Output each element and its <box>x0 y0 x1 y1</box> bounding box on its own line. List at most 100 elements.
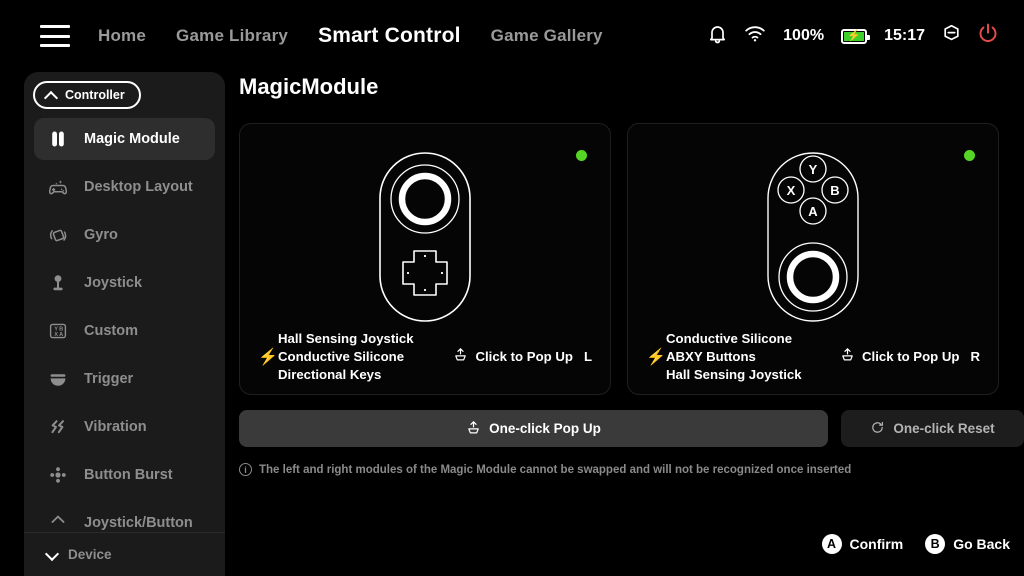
module-card-list: ⚡ Hall Sensing Joystick Conductive Silic… <box>239 123 1024 395</box>
spec-line: Directional Keys <box>278 366 382 382</box>
sidebar-item-joystick[interactable]: Joystick <box>34 262 215 304</box>
main-nav: Home Game Library Smart Control Game Gal… <box>98 24 603 48</box>
pop-up-right-label: Click to Pop Up <box>862 349 960 365</box>
module-card-right-footer: ⚡ Conductive Silicone ABXY Buttons Hall … <box>628 330 998 384</box>
sidebar: Controller Magic Module Desktop Layout G… <box>24 72 225 576</box>
hint-go-back-label: Go Back <box>953 536 1010 552</box>
sidebar-item-label: Joystick/Button <box>84 515 193 531</box>
spec-line: Hall Sensing Joystick <box>278 330 414 346</box>
sidebar-item-trigger[interactable]: Trigger <box>34 358 215 400</box>
pop-up-icon <box>840 347 855 367</box>
hint-confirm-label: Confirm <box>849 536 904 552</box>
pop-up-icon <box>466 420 481 438</box>
module-side-right: R <box>970 349 980 365</box>
hamburger-icon[interactable] <box>40 25 70 47</box>
module-card-right[interactable]: Y X B A ⚡ Conductive Silicone ABXY Butto… <box>627 123 999 395</box>
sidebar-item-label: Custom <box>84 323 138 339</box>
spec-line: ABXY Buttons <box>666 348 756 364</box>
sidebar-header: Controller <box>24 72 225 118</box>
sidebar-item-gyro[interactable]: Gyro <box>34 214 215 256</box>
sidebar-section-label: Device <box>68 547 112 562</box>
sidebar-item-label: Desktop Layout <box>84 179 193 195</box>
sidebar-item-vibration[interactable]: Vibration <box>34 406 215 448</box>
sidebar-item-custom[interactable]: Y B X A Custom <box>34 310 215 352</box>
svg-text:X: X <box>787 183 796 198</box>
sidebar-item-button-burst[interactable]: Button Burst <box>34 454 215 496</box>
status-area: 100% ⚡ 15:17 <box>708 0 998 72</box>
module-card-left-footer: ⚡ Hall Sensing Joystick Conductive Silic… <box>240 330 610 384</box>
nav-item-home[interactable]: Home <box>98 26 146 46</box>
smart-control-app: Home Game Library Smart Control Game Gal… <box>0 0 1024 576</box>
svg-text:Y: Y <box>809 162 818 177</box>
hint-confirm[interactable]: A Confirm <box>821 534 904 554</box>
chevron-up-icon <box>45 89 57 101</box>
sidebar-section-label: Controller <box>65 88 125 102</box>
one-click-reset-label: One-click Reset <box>893 421 995 436</box>
pop-up-right-button[interactable]: Click to Pop Up R <box>840 347 980 367</box>
sidebar-section-device[interactable]: Device <box>24 532 225 576</box>
nav-item-game-gallery[interactable]: Game Gallery <box>491 26 603 46</box>
pop-up-left-button[interactable]: Click to Pop Up L <box>453 347 592 367</box>
info-note-text: The left and right modules of the Magic … <box>259 463 852 476</box>
magic-module-icon <box>46 127 70 151</box>
sidebar-item-desktop-layout[interactable]: Desktop Layout <box>34 166 215 208</box>
battery-percent-label: 100% <box>783 27 825 44</box>
trigger-icon <box>46 367 70 391</box>
sidebar-item-label: Button Burst <box>84 467 173 483</box>
wifi-icon[interactable] <box>744 25 766 47</box>
sidebar-item-label: Gyro <box>84 227 118 243</box>
svg-text:A: A <box>808 204 818 219</box>
action-hints: A Confirm B Go Back <box>821 534 1010 554</box>
clock-label: 15:17 <box>884 27 925 44</box>
reset-icon <box>870 420 885 438</box>
button-burst-icon <box>46 463 70 487</box>
sidebar-item-label: Trigger <box>84 371 134 387</box>
minimize-icon[interactable] <box>942 24 961 48</box>
button-b-icon: B <box>925 534 946 554</box>
nav-item-game-library[interactable]: Game Library <box>176 26 288 46</box>
page-title: MagicModule <box>239 74 379 99</box>
top-bar: Home Game Library Smart Control Game Gal… <box>0 0 1024 72</box>
chevron-down-icon <box>46 549 58 561</box>
vibration-icon <box>46 415 70 439</box>
spec-line: Hall Sensing Joystick <box>666 366 802 382</box>
spec-line: Conductive Silicone <box>666 330 793 346</box>
svg-text:A: A <box>59 332 63 338</box>
gamepad-sparkle-icon <box>46 175 70 199</box>
sidebar-section-controller[interactable]: Controller <box>33 81 141 109</box>
lightning-icon: ⚡ <box>646 348 666 366</box>
sidebar-item-label: Magic Module <box>84 131 180 147</box>
module-card-left[interactable]: ⚡ Hall Sensing Joystick Conductive Silic… <box>239 123 611 395</box>
joystick-button-icon <box>46 511 70 532</box>
sidebar-item-list[interactable]: Magic Module Desktop Layout Gyro Joystic… <box>24 118 225 532</box>
battery-charging-icon: ⚡ <box>841 28 871 44</box>
sidebar-item-label: Vibration <box>84 419 147 435</box>
power-icon[interactable] <box>978 23 998 49</box>
one-click-pop-up-button[interactable]: One-click Pop Up <box>239 410 828 447</box>
action-buttons: One-click Pop Up One-click Reset <box>239 410 1024 447</box>
one-click-pop-up-label: One-click Pop Up <box>489 421 601 436</box>
module-left-spec: Hall Sensing Joystick Conductive Silicon… <box>278 330 414 384</box>
module-side-left: L <box>583 349 592 365</box>
spec-line: Conductive Silicone <box>278 348 405 364</box>
abxy-keys-icon: Y B X A <box>46 319 70 343</box>
bell-icon[interactable] <box>708 24 727 49</box>
svg-text:X: X <box>54 332 58 338</box>
info-icon: i <box>239 463 252 476</box>
joystick-icon <box>46 271 70 295</box>
sidebar-item-label: Joystick <box>84 275 143 291</box>
gyro-icon <box>46 223 70 247</box>
left-module-joystick-dpad-icon <box>240 142 610 332</box>
button-a-icon: A <box>821 534 842 554</box>
right-module-abxy-joystick-icon: Y X B A <box>628 142 998 332</box>
one-click-reset-button[interactable]: One-click Reset <box>841 410 1024 447</box>
hint-go-back[interactable]: B Go Back <box>925 534 1010 554</box>
main-content: MagicModule ⚡ Hall Sensing Joystick Cond… <box>239 72 1024 576</box>
nav-item-smart-control[interactable]: Smart Control <box>318 24 461 48</box>
module-right-spec: Conductive Silicone ABXY Buttons Hall Se… <box>666 330 802 384</box>
sidebar-item-magic-module[interactable]: Magic Module <box>34 118 215 160</box>
pop-up-icon <box>453 347 468 367</box>
sidebar-item-joystick-button[interactable]: Joystick/Button <box>34 502 215 532</box>
pop-up-left-label: Click to Pop Up <box>475 349 573 365</box>
svg-text:B: B <box>830 183 839 198</box>
